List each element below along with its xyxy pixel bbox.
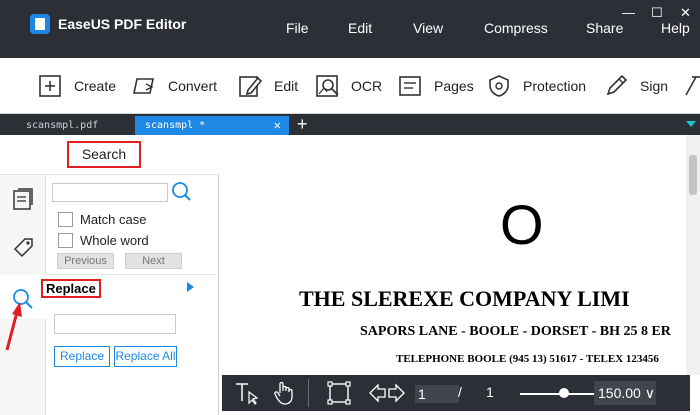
replace-button[interactable]: Replace xyxy=(54,346,110,367)
current-page-input[interactable]: 1 xyxy=(415,385,459,403)
convert-label: Convert xyxy=(168,78,218,94)
annotation-arrow-icon xyxy=(5,302,22,351)
close-window-button[interactable]: ✕ xyxy=(680,6,691,19)
thumbnails-button[interactable] xyxy=(0,177,46,221)
document-toolbar: 1 / 1 150.00 ∨ xyxy=(222,375,690,411)
whole-word-checkbox[interactable] xyxy=(58,232,73,248)
search-go-button[interactable] xyxy=(170,180,192,204)
replace-title: Replace xyxy=(41,279,101,298)
menu-file[interactable]: File xyxy=(286,20,309,36)
close-tab-icon[interactable]: ✕ xyxy=(274,116,281,135)
main-toolbar: Create Convert Edit OCR Pages Protection xyxy=(0,58,700,114)
bookmarks-button[interactable] xyxy=(0,225,46,269)
page-separator: / xyxy=(458,384,462,400)
sign-pen-icon xyxy=(604,74,630,98)
search-go-icon xyxy=(172,182,191,201)
replace-expand-icon[interactable] xyxy=(187,282,194,292)
edit-button[interactable]: Edit xyxy=(238,73,298,99)
zoom-slider[interactable] xyxy=(520,388,594,398)
section-divider xyxy=(46,274,219,275)
previous-button[interactable]: Previous xyxy=(57,253,114,269)
tab-scansmpl-active[interactable]: scansmpl * ✕ xyxy=(135,116,289,135)
more-tools-icon[interactable] xyxy=(682,73,700,99)
search-panel-header: Search xyxy=(0,135,219,175)
menu-help[interactable]: Help xyxy=(661,20,690,36)
match-case-checkbox[interactable] xyxy=(58,211,73,227)
search-input[interactable] xyxy=(52,183,168,202)
document-letter: O xyxy=(500,193,544,256)
minimize-button[interactable]: — xyxy=(622,6,635,19)
next-page-button[interactable] xyxy=(388,383,406,403)
arrow-left-icon xyxy=(369,383,386,403)
edit-label: Edit xyxy=(274,78,299,94)
match-case-option[interactable]: Match case xyxy=(58,211,146,227)
edit-pencil-icon xyxy=(238,74,264,98)
fit-page-button[interactable] xyxy=(326,381,352,405)
tab-dropdown-icon[interactable] xyxy=(686,121,696,127)
protection-label: Protection xyxy=(523,78,587,94)
search-panel: Search Match case Whole word Previous Ne… xyxy=(0,135,219,415)
next-button[interactable]: Next xyxy=(125,253,182,269)
toolbar-separator xyxy=(308,379,309,407)
add-tab-button[interactable]: + xyxy=(297,114,308,134)
total-pages: 1 xyxy=(486,384,494,400)
text-cursor-icon xyxy=(236,383,259,405)
text-select-button[interactable] xyxy=(234,381,260,405)
menu-share[interactable]: Share xyxy=(586,20,623,36)
ocr-label: OCR xyxy=(351,78,383,94)
thumbnails-icon xyxy=(13,188,33,210)
menu-view[interactable]: View xyxy=(413,20,443,36)
ocr-button[interactable]: OCR xyxy=(315,73,382,99)
sign-button[interactable]: Sign xyxy=(604,73,668,99)
sign-label: Sign xyxy=(640,78,669,94)
tab-bar: scansmpl.pdf scansmpl * ✕ + xyxy=(0,114,700,135)
hand-tool-button[interactable] xyxy=(272,380,296,406)
pages-button[interactable]: Pages xyxy=(398,73,474,99)
replace-input[interactable] xyxy=(54,314,176,334)
previous-page-button[interactable] xyxy=(368,383,386,403)
tab-scansmpl-pdf[interactable]: scansmpl.pdf xyxy=(2,116,134,135)
plus-square-icon xyxy=(38,74,64,98)
hand-icon xyxy=(274,381,293,405)
tab-label: scansmpl * xyxy=(145,120,206,131)
whole-word-option[interactable]: Whole word xyxy=(58,232,149,248)
convert-icon xyxy=(132,74,158,98)
tag-icon xyxy=(13,238,33,258)
document-address: SAPORS LANE - BOOLE - DORSET - BH 25 8 E… xyxy=(360,324,671,339)
create-label: Create xyxy=(74,78,117,94)
document-viewer[interactable] xyxy=(220,135,700,415)
maximize-button[interactable]: ☐ xyxy=(651,6,663,19)
document-telephone: TELEPHONE BOOLE (945 13) 51617 - TELEX 1… xyxy=(396,353,659,365)
zoom-slider-handle[interactable] xyxy=(559,388,570,398)
document-heading: THE SLEREXE COMPANY LIMI xyxy=(299,286,630,311)
protection-button[interactable]: Protection xyxy=(487,73,586,99)
title-bar: EaseUS PDF Editor File Edit View Compres… xyxy=(0,0,700,58)
easeus-pdf-logo-icon xyxy=(30,14,50,34)
app-title: EaseUS PDF Editor xyxy=(58,16,187,32)
zoom-dropdown[interactable]: 150.00 ∨ xyxy=(594,381,656,405)
fit-page-icon xyxy=(327,381,351,405)
match-case-label: Match case xyxy=(80,211,147,227)
arrow-right-icon xyxy=(388,383,405,403)
convert-button[interactable]: Convert xyxy=(132,73,217,99)
create-button[interactable]: Create xyxy=(38,73,116,99)
menu-compress[interactable]: Compress xyxy=(484,20,548,36)
pages-icon xyxy=(398,74,424,98)
whole-word-label: Whole word xyxy=(80,232,149,248)
document-scrollbar[interactable] xyxy=(686,135,700,375)
replace-all-button[interactable]: Replace All xyxy=(114,346,177,367)
search-title: Search xyxy=(67,141,141,168)
menu-edit[interactable]: Edit xyxy=(348,20,372,36)
ocr-scan-icon xyxy=(315,74,341,98)
left-icon-rail xyxy=(0,135,46,415)
shield-icon xyxy=(487,74,513,98)
scrollbar-thumb[interactable] xyxy=(689,155,697,195)
pages-label: Pages xyxy=(434,78,474,94)
